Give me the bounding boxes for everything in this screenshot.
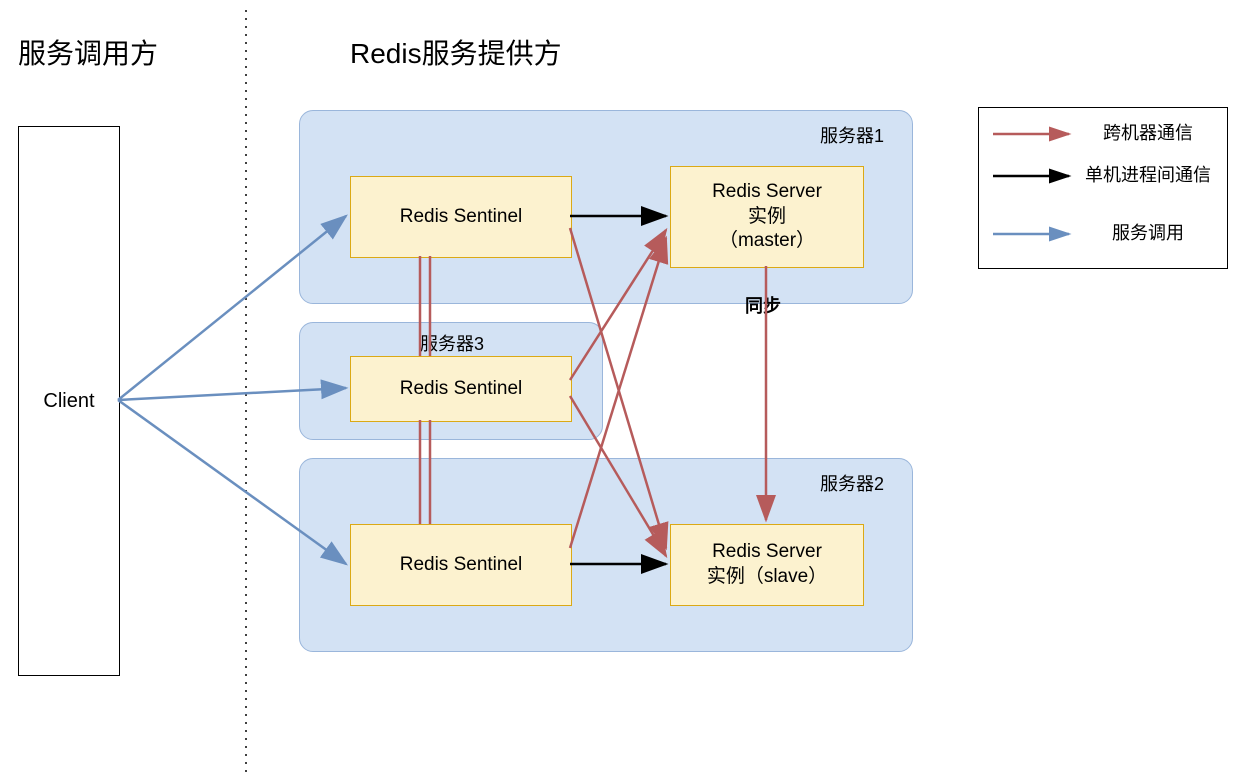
legend-text-cross-machine: 跨机器通信 — [1079, 123, 1217, 145]
redis-master-box: Redis Server 实例 （master） — [670, 166, 864, 268]
server-2-label: 服务器2 — [820, 470, 884, 496]
sentinel-2-box: Redis Sentinel — [350, 356, 572, 422]
client-label: Client — [43, 390, 94, 413]
legend-row-local-ipc: 单机进程间通信 — [989, 164, 1217, 188]
server-1-label: 服务器1 — [820, 122, 884, 148]
heading-client-side: 服务调用方 — [18, 32, 158, 72]
heading-provider-side: Redis服务提供方 — [350, 32, 562, 72]
legend-row-cross-machine: 跨机器通信 — [989, 122, 1217, 146]
sentinel-3-label: Redis Sentinel — [400, 553, 523, 578]
legend-text-local-ipc: 单机进程间通信 — [1079, 165, 1217, 187]
server-3-label: 服务器3 — [420, 330, 484, 356]
redis-slave-label: Redis Server 实例（slave） — [707, 540, 827, 589]
redis-slave-box: Redis Server 实例（slave） — [670, 524, 864, 606]
sentinel-3-box: Redis Sentinel — [350, 524, 572, 606]
sync-label: 同步 — [745, 292, 781, 318]
legend-arrow-red-icon — [989, 122, 1079, 146]
sentinel-1-label: Redis Sentinel — [400, 205, 523, 230]
redis-master-label: Redis Server 实例 （master） — [712, 180, 822, 254]
sentinel-2-label: Redis Sentinel — [400, 377, 523, 402]
legend-arrow-blue-icon — [989, 222, 1079, 246]
client-box: Client — [18, 126, 120, 676]
legend-row-service-call: 服务调用 — [989, 222, 1217, 246]
sentinel-1-box: Redis Sentinel — [350, 176, 572, 258]
legend-text-service-call: 服务调用 — [1079, 223, 1217, 245]
legend-arrow-black-icon — [989, 164, 1079, 188]
legend-box: 跨机器通信 单机进程间通信 服务调用 — [978, 107, 1228, 269]
